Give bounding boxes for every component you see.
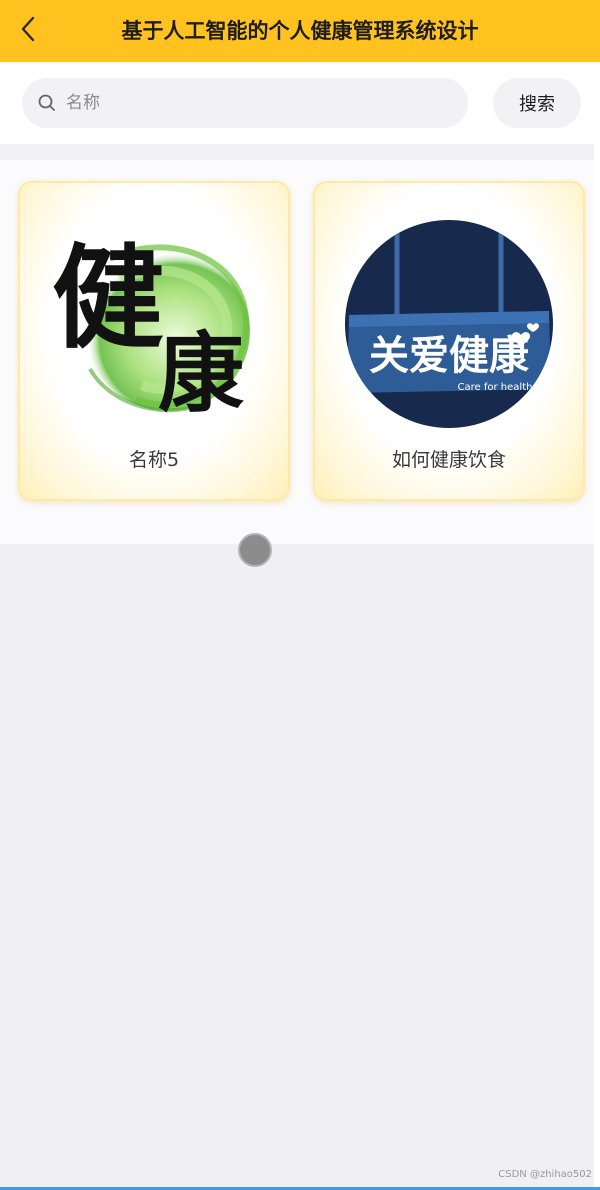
search-button[interactable]: 搜索 [493, 78, 581, 128]
search-bar-section: 搜索 [0, 62, 600, 144]
list-item-card[interactable]: 健 康 名称5 [18, 181, 290, 501]
app-screen: 基于人工智能的个人健康管理系统设计 搜索 [0, 0, 600, 1190]
card-title: 如何健康饮食 [391, 449, 506, 471]
page-title: 基于人工智能的个人健康管理系统设计 [121, 19, 479, 43]
section-divider [0, 144, 600, 160]
calligraphy-char-1: 健 [52, 233, 164, 364]
top-nav-bar: 基于人工智能的个人健康管理系统设计 [0, 0, 600, 62]
floating-indicator-dot[interactable] [238, 533, 272, 567]
calligraphy-char-2: 康 [158, 323, 244, 424]
sign-main-text: 关爱健康 [369, 333, 529, 379]
watermark-text: CSDN @zhihao502 [498, 1169, 592, 1180]
card-title: 名称5 [128, 449, 180, 471]
scrollbar-track [594, 62, 600, 1190]
search-input[interactable] [64, 82, 448, 124]
care-for-health-sign-image: 关爱健康 Care for health [345, 219, 553, 429]
chevron-left-icon [18, 14, 38, 48]
health-calligraphy-image: 健 康 [50, 219, 258, 429]
sign-sub-text: Care for health [458, 382, 533, 393]
search-box[interactable] [22, 78, 468, 128]
card-grid: 健 康 名称5 关爱健康 Care for health 如何健康饮食 [0, 160, 600, 544]
list-item-card[interactable]: 关爱健康 Care for health 如何健康饮食 [313, 181, 585, 501]
back-button[interactable] [8, 9, 48, 53]
search-icon [36, 92, 58, 114]
